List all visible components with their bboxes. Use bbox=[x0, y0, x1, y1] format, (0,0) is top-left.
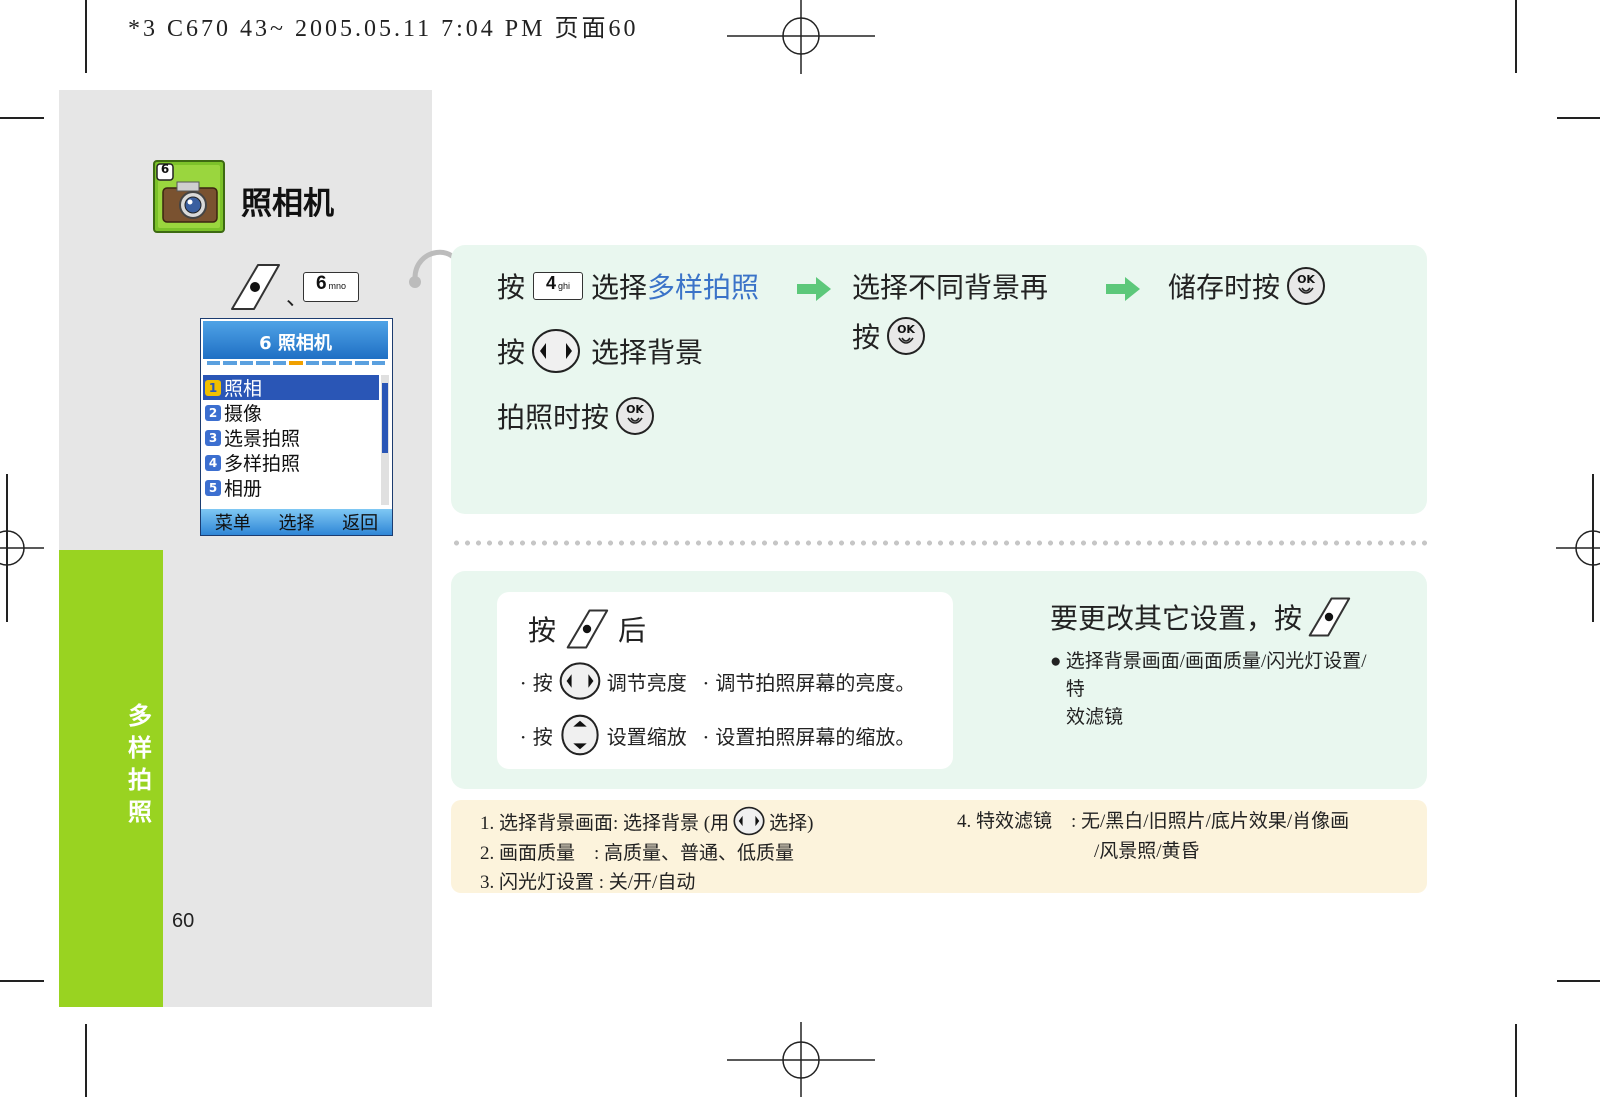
softkey-select[interactable]: 选择 bbox=[278, 509, 314, 535]
key-6-icon: 6 mno bbox=[303, 272, 359, 302]
step1-line2: 按 选择背景 bbox=[497, 328, 703, 374]
press-row-brightness: · 按 调节亮度 · 调节拍照屏幕的亮度。 bbox=[520, 660, 915, 702]
step3-line1: 储存时按 OK bbox=[1168, 266, 1326, 306]
other-settings-heading: 要更改其它设置，按 bbox=[1050, 596, 1352, 638]
softkey-menu[interactable]: 菜单 bbox=[215, 509, 251, 535]
svg-text:OK: OK bbox=[897, 323, 915, 336]
highlight-menu-name: 多样拍照 bbox=[647, 271, 760, 304]
step1-line1: 按 4 ghi 选择 多样拍照 bbox=[497, 266, 759, 306]
phone-scrollbar[interactable] bbox=[381, 375, 389, 505]
nav-left-right-icon bbox=[532, 328, 581, 374]
registration-mark-bottom bbox=[727, 1022, 875, 1097]
page-title: 照相机 bbox=[241, 186, 334, 222]
step2-line2: 按 OK bbox=[852, 316, 926, 356]
ok-key-icon: OK bbox=[1287, 267, 1326, 305]
press-row-zoom: · 按 设置缩放 · 设置拍照屏幕的缩放。 bbox=[520, 714, 915, 756]
note-3: 3. 闪光灯设置 : 关/开/自动 bbox=[480, 872, 696, 893]
registration-mark-top bbox=[727, 0, 875, 74]
note-1: 1. 选择背景画面: 选择背景 (用 选择) bbox=[480, 806, 813, 836]
svg-text:OK: OK bbox=[626, 403, 644, 416]
phone-menu-item[interactable]: 5 相册 bbox=[203, 475, 379, 500]
arrow-right-icon bbox=[1106, 277, 1140, 301]
other-settings-bullet: ● 选择背景画面/画面质量/闪光灯设置/特 效滤镜 bbox=[1050, 648, 1380, 732]
note-4-line2: /风景照/黄昏 bbox=[1094, 841, 1200, 862]
phone-menu-item[interactable]: 2 摄像 bbox=[203, 400, 379, 425]
registration-mark-left bbox=[0, 530, 44, 566]
nav-menu-key-icon bbox=[566, 609, 609, 649]
nav-menu-key-icon bbox=[231, 264, 280, 310]
phone-title: 6 照相机 bbox=[259, 333, 332, 354]
step2-line1: 选择不同背景再 bbox=[852, 271, 1049, 304]
print-header: *3 C670 43~ 2005.05.11 7:04 PM 页面60 bbox=[128, 16, 639, 42]
step1-line3: 拍照时按 OK bbox=[497, 396, 655, 436]
svg-text:OK: OK bbox=[1297, 273, 1315, 286]
page-number: 60 bbox=[172, 910, 195, 932]
bullet-icon: ● bbox=[1050, 651, 1062, 672]
phone-menu-item[interactable]: 4 多样拍照 bbox=[203, 450, 379, 475]
dotted-divider bbox=[451, 540, 1427, 546]
arrow-right-icon bbox=[797, 277, 831, 301]
nav-left-right-icon bbox=[559, 662, 601, 700]
phone-menu-list: 1 照相 2 摄像 3 选景拍照 4 多样拍照 5 相册 bbox=[203, 375, 379, 500]
press-menu-heading: 按 后 bbox=[528, 608, 646, 650]
nav-up-down-icon bbox=[561, 714, 599, 756]
ok-key-icon: OK bbox=[887, 317, 926, 355]
ok-key-icon: OK bbox=[616, 397, 655, 435]
phone-tab-dots bbox=[207, 361, 385, 365]
nav-left-right-icon bbox=[733, 806, 765, 836]
phone-menu-item[interactable]: 1 照相 bbox=[203, 375, 379, 400]
key-6-sub: mno bbox=[328, 281, 347, 291]
nav-menu-key-icon bbox=[1308, 597, 1351, 637]
side-label: 多样拍照 bbox=[128, 702, 152, 826]
phone-softkeys: 菜单 选择 返回 bbox=[201, 509, 392, 535]
key-4-icon: 4 ghi bbox=[533, 272, 584, 300]
phone-header: 6 照相机 bbox=[203, 321, 388, 359]
key-6-main: 6 bbox=[315, 273, 327, 294]
softkey-back[interactable]: 返回 bbox=[342, 509, 378, 535]
note-4-line1: 4. 特效滤镜 : 无/黑白/旧照片/底片效果/肖像画 bbox=[957, 811, 1350, 832]
phone-menu-item[interactable]: 3 选景拍照 bbox=[203, 425, 379, 450]
camera-badge: 6 bbox=[160, 162, 170, 176]
registration-mark-right bbox=[1556, 530, 1600, 566]
note-2: 2. 画面质量 : 高质量、普通、低质量 bbox=[480, 843, 795, 864]
phone-screen: 6 照相机 1 照相 2 摄像 3 选景拍照 4 多样拍照 5 相册 菜单 选择 返回 bbox=[200, 318, 393, 536]
